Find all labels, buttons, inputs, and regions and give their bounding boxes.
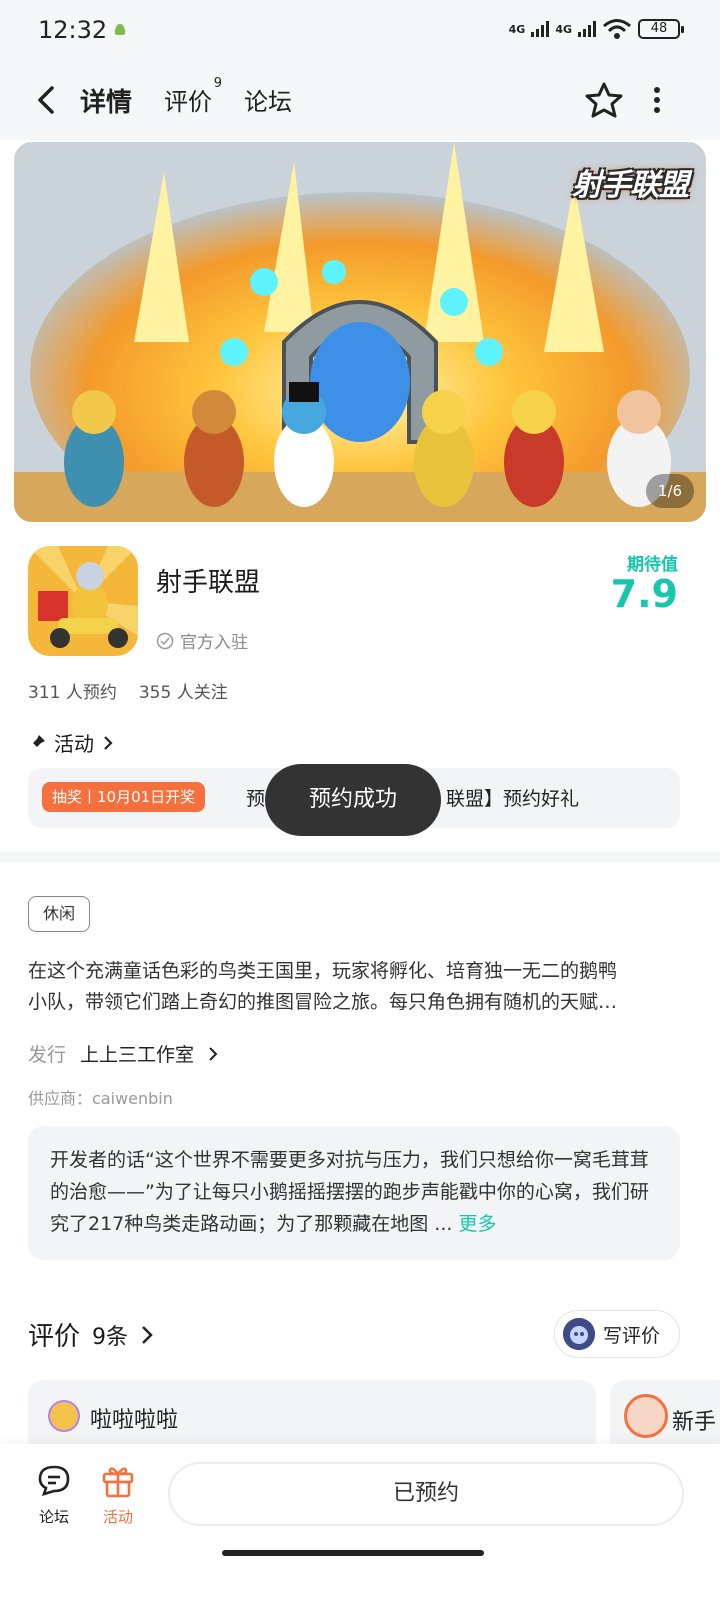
tab-reviews[interactable]: 评价 9: [164, 76, 222, 117]
signal-icon: [531, 21, 550, 37]
game-description[interactable]: 在这个充满童话色彩的鸟类王国里，玩家将孵化、培育独一无二的鹅鸭 小队，带领它们踏…: [28, 956, 678, 1018]
status-bar: 12:32 4G 4G 48: [0, 0, 720, 60]
expect-score: 7.9: [610, 572, 678, 616]
activity-text-end: 联盟】预约好礼: [446, 788, 580, 810]
chevron-right-icon: [209, 1046, 218, 1061]
reserve-count: 311 人预约: [28, 683, 117, 703]
tab-reviews-badge: 9: [213, 76, 222, 91]
app-name: 射手联盟: [156, 568, 261, 598]
toast-message: 预约成功: [265, 764, 441, 836]
android-icon: [115, 24, 125, 35]
follow-count: 355 人关注: [138, 683, 228, 703]
genre-tag[interactable]: 休闲: [28, 896, 90, 932]
top-nav: 详情 评价 9 论坛: [0, 60, 720, 140]
supplier-info: 供应商：caiwenbin: [28, 1089, 173, 1108]
activity-text-start: 预: [246, 788, 266, 810]
screenshot-carousel[interactable]: 射手联盟 1/6: [14, 142, 706, 522]
battery-icon: 48: [638, 19, 684, 39]
lottery-tag: 抽奖丨10月01日开奖: [42, 782, 206, 812]
app-icon: [28, 546, 138, 656]
chevron-right-icon: [104, 735, 113, 750]
tab-forum[interactable]: 论坛: [244, 82, 292, 117]
more-link[interactable]: 更多: [458, 1213, 496, 1235]
status-indicators: 4G 4G 48: [508, 18, 684, 40]
pin-icon: [29, 734, 45, 751]
back-arrow-icon[interactable]: [34, 84, 58, 116]
reviews-count: 9条: [92, 1324, 129, 1350]
app-stats: 311 人预约 355 人关注: [28, 678, 228, 703]
favorite-star-icon[interactable]: [584, 80, 624, 120]
gift-icon: [102, 1467, 134, 1498]
section-divider: [0, 852, 720, 862]
bottom-action-bar: 论坛 活动 已预约: [0, 1444, 720, 1600]
wifi-icon: [603, 19, 631, 39]
publisher-row[interactable]: 发行 上上三工作室: [28, 1040, 218, 1067]
network-type-2: 4G: [555, 22, 572, 36]
game-logo: 射手联盟: [572, 168, 689, 203]
chevron-right-icon: [142, 1325, 153, 1344]
reviewer-name: 新手: [672, 1410, 717, 1435]
network-type-1: 4G: [508, 22, 526, 36]
activity-section-header[interactable]: 活动: [28, 728, 114, 757]
forum-chat-icon: [38, 1465, 70, 1496]
publisher-label: 发行: [28, 1044, 67, 1066]
write-review-button[interactable]: 写评价: [554, 1310, 680, 1358]
reviews-section-header[interactable]: 评价 9条: [28, 1316, 154, 1353]
developer-words[interactable]: 开发者的话“这个世界不需要更多对抗与压力，我们只想给你一窝毛茸茸的治愈——”为了…: [28, 1126, 680, 1260]
user-avatar: [563, 1318, 595, 1350]
more-options-icon[interactable]: [652, 86, 662, 114]
tab-details[interactable]: 详情: [76, 82, 137, 119]
reviewer-avatar: [48, 1400, 80, 1432]
bottom-nav-forum[interactable]: 论坛: [34, 1464, 74, 1527]
reviewer-avatar: [624, 1394, 668, 1438]
reviewer-name: 啦啦啦啦: [90, 1408, 179, 1433]
home-indicator[interactable]: [222, 1550, 484, 1556]
bottom-nav-activity[interactable]: 活动: [98, 1464, 138, 1527]
carousel-counter: 1/6: [646, 474, 694, 508]
publisher-name: 上上三工作室: [80, 1044, 195, 1066]
official-badge: 官方入驻: [156, 628, 248, 653]
status-time: 12:32: [38, 16, 108, 44]
reserved-button[interactable]: 已预约: [168, 1462, 684, 1526]
signal-icon: [578, 21, 596, 37]
verified-check-icon: [156, 632, 174, 649]
